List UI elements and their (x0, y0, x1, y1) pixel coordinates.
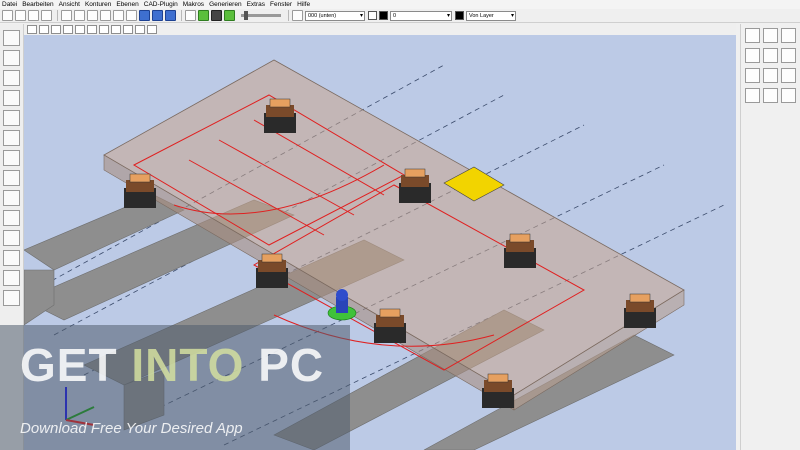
zoom-window-icon[interactable] (126, 10, 137, 21)
circle-icon[interactable] (745, 68, 760, 83)
zoom-icon[interactable] (3, 210, 20, 226)
linetype-select[interactable]: Von Layer (466, 10, 516, 21)
snap-icon[interactable] (135, 24, 145, 34)
select-arrow-icon[interactable] (3, 30, 20, 46)
document-icon[interactable] (3, 190, 20, 206)
column-icon[interactable] (3, 90, 20, 106)
menu-layers[interactable]: Ebenen (116, 0, 138, 9)
menu-bar: Datei Bearbeiten Ansicht Konturen Ebenen… (0, 0, 800, 9)
save-icon[interactable] (28, 10, 39, 21)
menu-cad-plugin[interactable]: CAD-Plugin (144, 0, 178, 9)
view-hidden-icon[interactable] (99, 24, 109, 34)
ortho-icon[interactable] (147, 24, 157, 34)
measure-icon[interactable] (3, 70, 20, 86)
right-toolbar (740, 24, 800, 450)
text-icon[interactable] (781, 68, 796, 83)
menu-contours[interactable]: Konturen (85, 0, 111, 9)
pen-tool-icon[interactable] (3, 270, 20, 286)
color-select[interactable]: 0 (390, 10, 452, 21)
view-render-icon[interactable] (111, 24, 121, 34)
view-shaded-icon[interactable] (165, 10, 176, 21)
watermark-subtitle: Download Free Your Desired App (20, 420, 243, 437)
watermark-title: GET INTO PC (20, 338, 324, 392)
view-top-icon[interactable] (152, 10, 163, 21)
toolbar-divider (288, 10, 289, 21)
undo-icon[interactable] (100, 10, 111, 21)
watermark-word-get: GET (20, 339, 118, 391)
settings-icon[interactable] (3, 230, 20, 246)
cut-icon[interactable] (61, 10, 72, 21)
menu-help[interactable]: Hilfe (297, 0, 310, 9)
watermark-word-into: INTO (131, 339, 245, 391)
align-icon[interactable] (763, 88, 778, 103)
main-toolbar: 000 (unten) 0 Von Layer (0, 9, 800, 23)
toolbar-divider (181, 10, 182, 21)
polyline-icon[interactable] (781, 48, 796, 63)
copy-icon[interactable] (74, 10, 85, 21)
arc-icon[interactable] (745, 48, 760, 63)
pause-icon[interactable] (211, 10, 222, 21)
line-icon[interactable] (763, 28, 778, 43)
view-iso-icon[interactable] (75, 24, 85, 34)
simulation-icon[interactable] (185, 10, 196, 21)
view-right-icon[interactable] (63, 24, 73, 34)
view-left-icon[interactable] (51, 24, 61, 34)
dimension-icon[interactable] (763, 48, 778, 63)
color-swatch-black[interactable] (379, 11, 388, 20)
redo-icon[interactable] (113, 10, 124, 21)
view-front-icon[interactable] (27, 24, 37, 34)
angle-icon[interactable] (781, 28, 796, 43)
secondary-toolbar (24, 23, 736, 35)
layers-icon[interactable] (3, 290, 20, 306)
speed-slider[interactable] (241, 11, 281, 20)
menu-window[interactable]: Fenster (270, 0, 292, 9)
rotate-icon[interactable] (3, 50, 20, 66)
menu-file[interactable]: Datei (2, 0, 17, 9)
view-wire-icon[interactable] (87, 24, 97, 34)
menu-extras[interactable]: Extras (247, 0, 265, 9)
menu-edit[interactable]: Bearbeiten (22, 0, 53, 9)
pointer-icon[interactable] (745, 28, 760, 43)
toolbar-divider (57, 10, 58, 21)
color-swatch[interactable] (368, 11, 377, 20)
print-icon[interactable] (41, 10, 52, 21)
linetype-swatch[interactable] (455, 11, 464, 20)
scale-icon[interactable] (781, 88, 796, 103)
open-file-icon[interactable] (15, 10, 26, 21)
cube-icon[interactable] (3, 250, 20, 266)
menu-generate[interactable]: Generieren (209, 0, 242, 9)
circle-tool-icon[interactable] (3, 150, 20, 166)
new-file-icon[interactable] (2, 10, 13, 21)
layer-icon[interactable] (292, 10, 303, 21)
spline-icon[interactable] (763, 68, 778, 83)
view-back-icon[interactable] (39, 24, 49, 34)
layer-select[interactable]: 000 (unten) (305, 10, 365, 21)
paste-icon[interactable] (87, 10, 98, 21)
text-tool-icon[interactable] (3, 110, 20, 126)
watermark-word-pc: PC (258, 339, 325, 391)
text-3d-icon[interactable] (745, 88, 760, 103)
pin-icon[interactable] (3, 130, 20, 146)
play-back-icon[interactable] (198, 10, 209, 21)
grid-icon[interactable] (123, 24, 133, 34)
rectangle-tool-icon[interactable] (3, 170, 20, 186)
play-icon[interactable] (224, 10, 235, 21)
menu-macros[interactable]: Makros (183, 0, 204, 9)
view-3d-icon[interactable] (139, 10, 150, 21)
menu-view[interactable]: Ansicht (59, 0, 80, 9)
